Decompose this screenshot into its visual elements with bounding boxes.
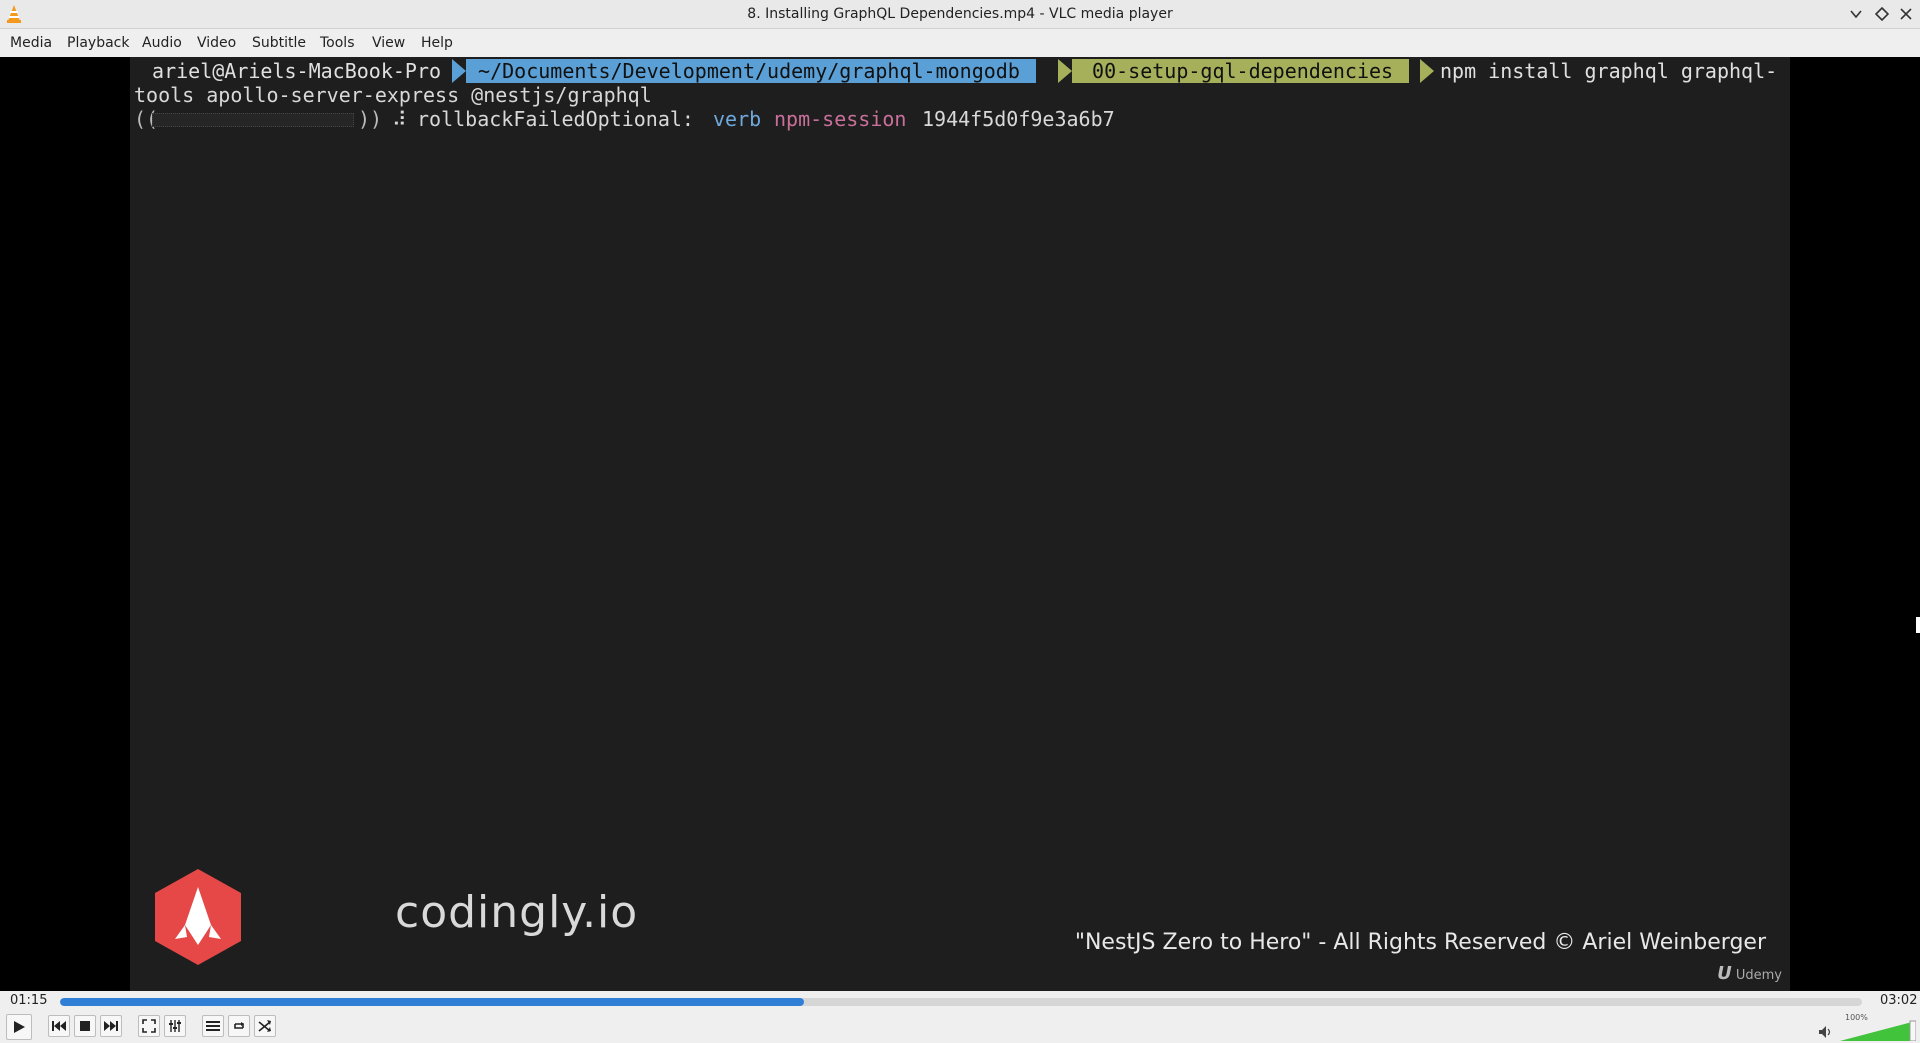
npm-progress-bar: (( )): [134, 107, 383, 131]
menu-audio[interactable]: Audio: [142, 29, 182, 57]
video-area[interactable]: ariel@Ariels-MacBook-Pro ~/Documents/Dev…: [0, 57, 1920, 991]
prompt-path: ~/Documents/Development/udemy/graphql-mo…: [466, 59, 1036, 83]
stop-button[interactable]: [74, 1015, 96, 1037]
total-time: 03:02: [1880, 993, 1918, 1008]
menu-bar: Media Playback Audio Video Subtitle Tool…: [0, 29, 1920, 57]
volume-slider[interactable]: [1840, 1019, 1916, 1041]
extended-settings-button[interactable]: [164, 1015, 186, 1037]
prompt-user: ariel@Ariels-MacBook-Pro: [140, 59, 454, 83]
elapsed-time: 01:15: [10, 993, 48, 1008]
stop-icon: [80, 1021, 90, 1031]
logo-text: codingly.io: [395, 887, 639, 938]
log-id: 1944f5d0f9e3a6b7: [922, 107, 1115, 131]
log-session: npm-session: [774, 107, 907, 131]
diamond-icon: [1875, 7, 1889, 21]
minimize-button[interactable]: [1846, 4, 1866, 24]
loop-button[interactable]: [228, 1015, 250, 1037]
maximize-button[interactable]: [1872, 4, 1892, 24]
udemy-logo-icon: ᑌ: [1717, 963, 1732, 984]
prompt-branch: 00-setup-gql-dependencies: [1072, 59, 1410, 83]
fullscreen-icon: [142, 1019, 156, 1033]
codingly-logo-icon: [155, 869, 241, 965]
playlist-icon: [206, 1021, 220, 1031]
menu-playback[interactable]: Playback: [67, 29, 129, 57]
next-button[interactable]: [100, 1015, 122, 1037]
menu-tools[interactable]: Tools: [320, 29, 355, 57]
previous-button[interactable]: [48, 1015, 70, 1037]
shuffle-button[interactable]: [254, 1015, 276, 1037]
seek-progress: [60, 998, 805, 1006]
terminal-frame: ariel@Ariels-MacBook-Pro ~/Documents/Dev…: [130, 57, 1790, 991]
extended-settings-icon: [169, 1020, 181, 1032]
fullscreen-button[interactable]: [138, 1015, 160, 1037]
chevron-down-icon: [1850, 10, 1862, 19]
udemy-mark: ᑌ Udemy: [1717, 963, 1782, 984]
speaker-icon[interactable]: [1818, 1025, 1834, 1039]
play-button[interactable]: [6, 1014, 32, 1040]
udemy-text: Udemy: [1735, 968, 1782, 983]
next-icon: [104, 1021, 118, 1031]
log-label: rollbackFailedOptional:: [417, 107, 694, 131]
seek-bar: 01:15 03:02: [0, 991, 1920, 1011]
controls-bar: 100%: [0, 1011, 1920, 1043]
play-icon: [14, 1021, 25, 1033]
command-line-part1: npm install graphql graphql-: [1440, 59, 1778, 83]
title-bar: 8. Installing GraphQL Dependencies.mp4 -…: [0, 0, 1920, 29]
window-title: 8. Installing GraphQL Dependencies.mp4 -…: [747, 6, 1173, 22]
menu-view[interactable]: View: [372, 29, 405, 57]
copyright-text: "NestJS Zero to Hero" - All Rights Reser…: [1074, 930, 1766, 955]
menu-subtitle[interactable]: Subtitle: [252, 29, 306, 57]
resize-handle[interactable]: [1916, 617, 1920, 633]
previous-icon: [52, 1021, 66, 1031]
command-line-part2: tools apollo-server-express @nestjs/grap…: [134, 83, 652, 107]
menu-help[interactable]: Help: [421, 29, 453, 57]
close-icon: [1900, 8, 1912, 20]
menu-media[interactable]: Media: [10, 29, 52, 57]
playlist-button[interactable]: [202, 1015, 224, 1037]
seek-slider[interactable]: [60, 998, 1862, 1006]
loop-icon: [234, 1022, 244, 1029]
menu-video[interactable]: Video: [197, 29, 236, 57]
shuffle-icon: [258, 1020, 271, 1032]
prompt-arrow-icon: [1420, 59, 1434, 83]
log-verb: verb: [713, 107, 762, 131]
progress-spinner: ⠼: [392, 107, 407, 131]
close-button[interactable]: [1896, 4, 1916, 24]
